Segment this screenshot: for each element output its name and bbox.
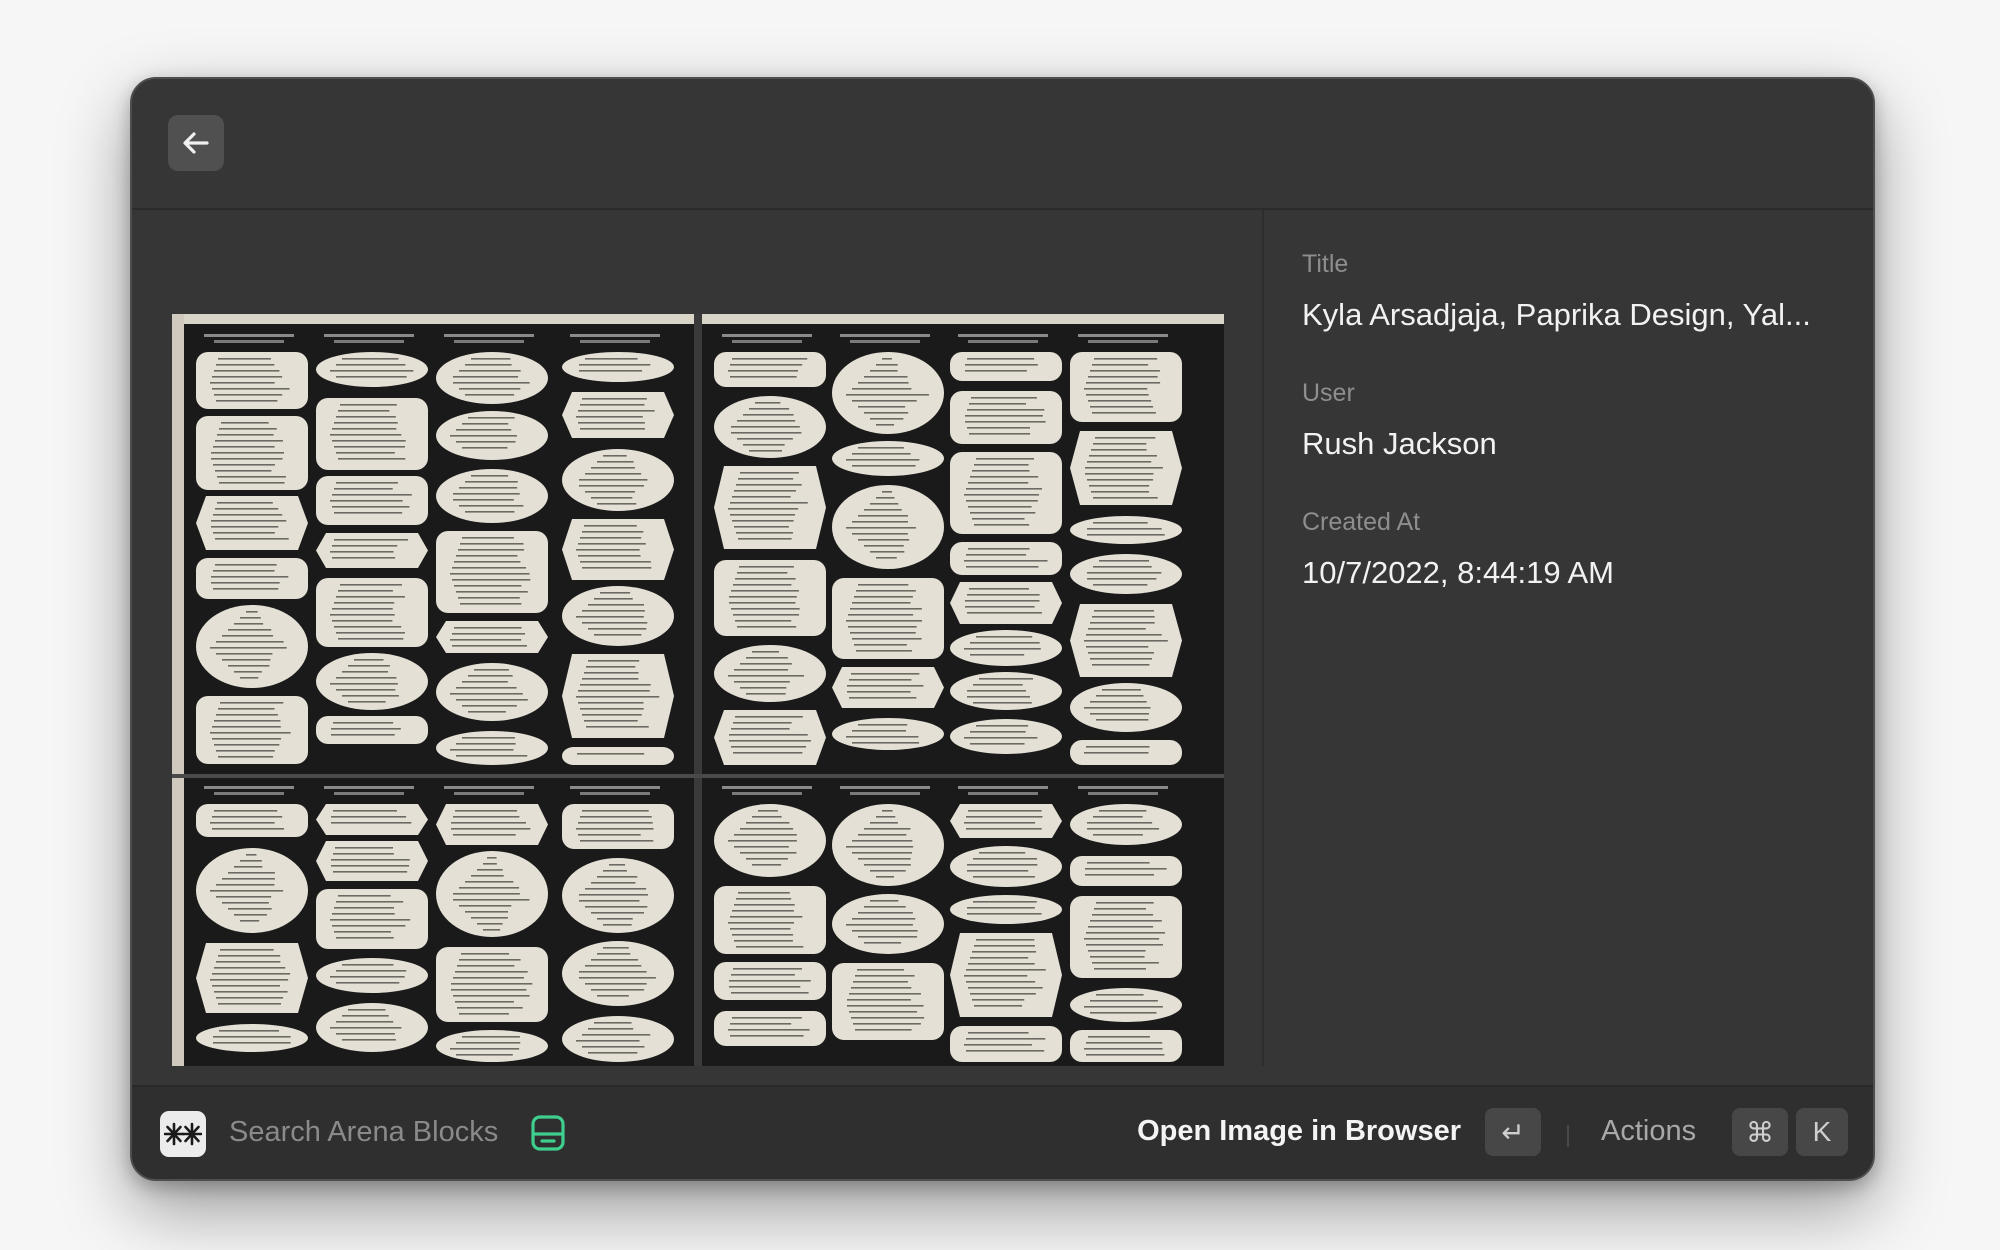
user-value: Rush Jackson: [1302, 426, 1497, 461]
title-value: Kyla Arsadjaja, Paprika Design, Yal...: [1302, 297, 1811, 332]
action-separator: [1567, 1125, 1569, 1147]
metadata-panel: Title Kyla Arsadjaja, Paprika Design, Ya…: [1302, 250, 1842, 637]
title-label: Title: [1302, 250, 1349, 278]
tray-icon: [531, 1115, 565, 1151]
action-bar: Search Arena Blocks Open Image in Browse…: [132, 1085, 1873, 1179]
user-label: User: [1302, 379, 1355, 407]
created-at-value: 10/7/2022, 8:44:19 AM: [1302, 555, 1614, 590]
detail-content: Title Kyla Arsadjaja, Paprika Design, Ya…: [132, 210, 1873, 1066]
top-bar: [132, 79, 1873, 210]
created-at-label: Created At: [1302, 508, 1421, 536]
command-key-hint: ⌘: [1732, 1108, 1788, 1156]
panel-divider: [1262, 210, 1264, 1066]
arrow-left-icon: [183, 132, 209, 154]
back-button[interactable]: [168, 115, 224, 171]
arena-logo-icon: [160, 1111, 206, 1157]
search-input[interactable]: Search Arena Blocks: [229, 1116, 498, 1149]
open-in-browser-button[interactable]: Open Image in Browser: [1137, 1115, 1461, 1148]
newspaper-image: [172, 314, 1224, 1066]
app-window: Title Kyla Arsadjaja, Paprika Design, Ya…: [130, 77, 1875, 1181]
block-image-preview[interactable]: [172, 314, 1224, 1066]
enter-key-hint: ↵: [1485, 1108, 1541, 1156]
k-key-hint: K: [1796, 1108, 1848, 1156]
actions-button[interactable]: Actions: [1601, 1115, 1696, 1148]
